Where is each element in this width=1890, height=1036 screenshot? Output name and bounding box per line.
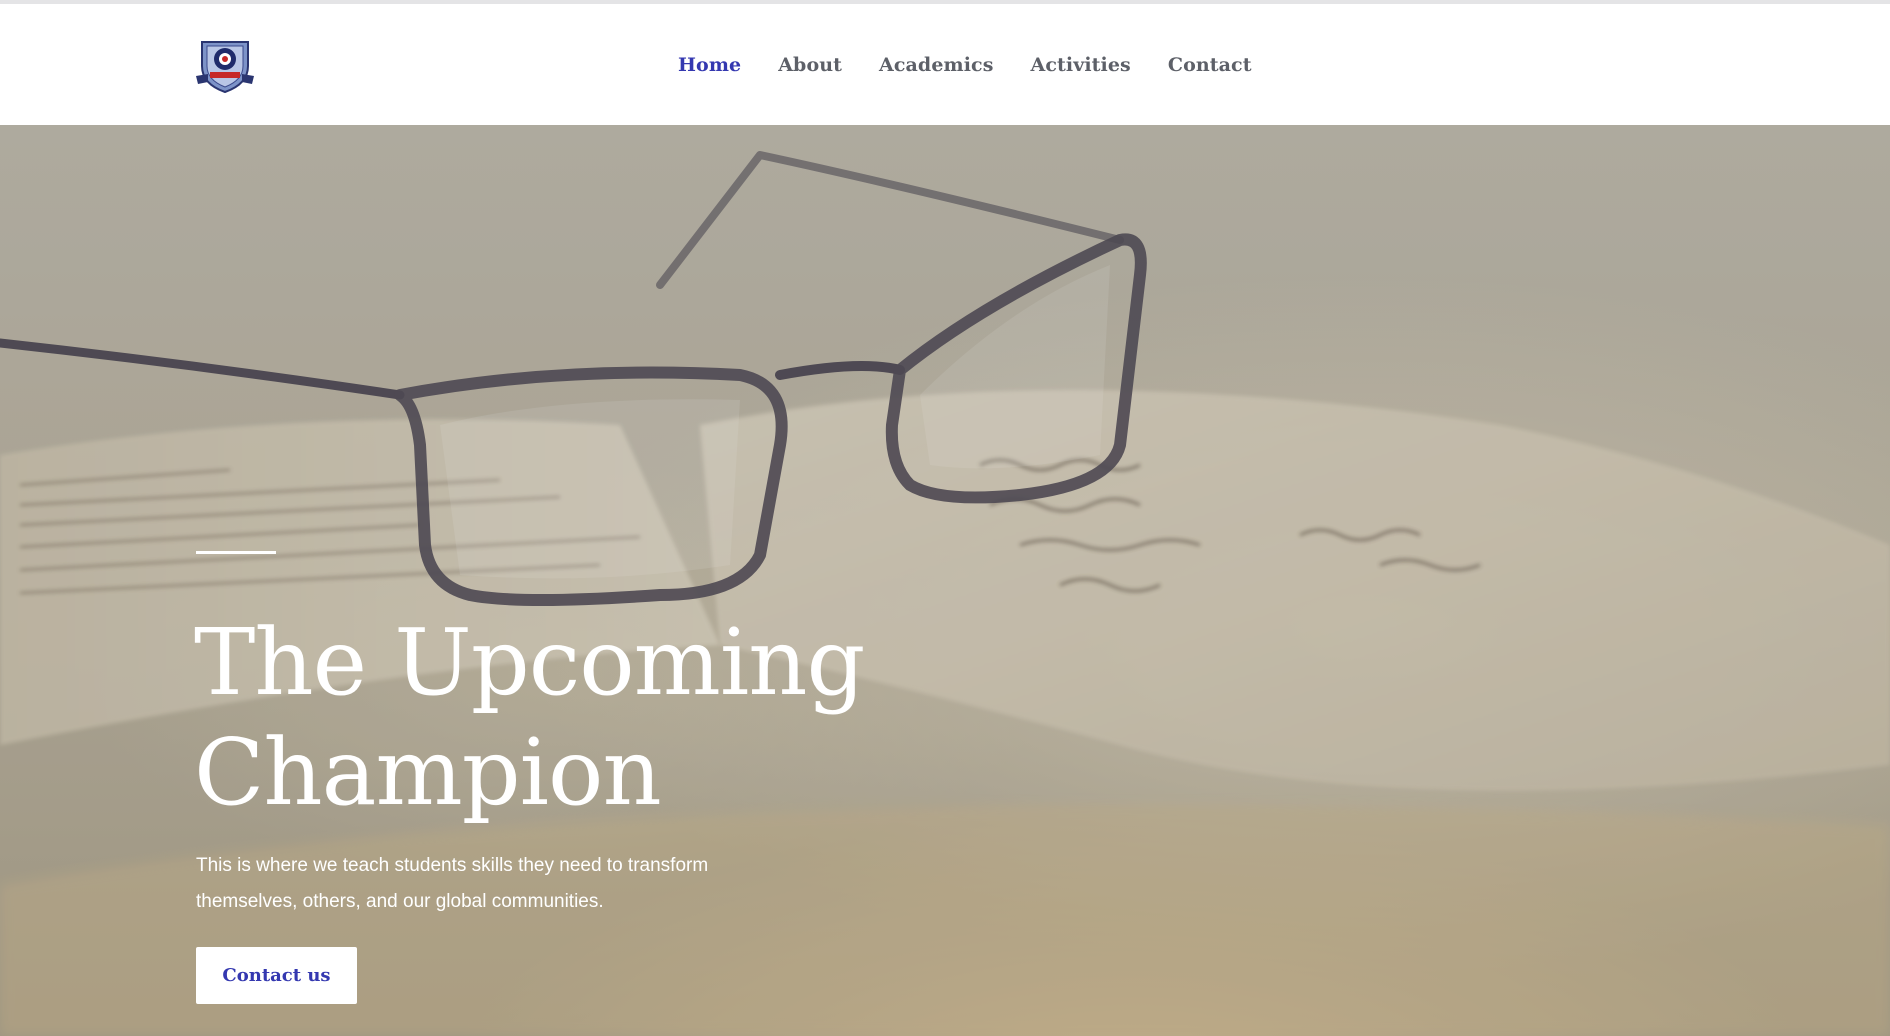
nav-academics-link[interactable]: Academics (879, 54, 993, 76)
nav-home-link[interactable]: Home (678, 54, 741, 76)
hero-description: This is where we teach students skills t… (196, 855, 709, 912)
nav-about-link[interactable]: About (778, 54, 842, 76)
school-crest-logo[interactable] (194, 36, 256, 96)
hero-section: The Upcoming Champion This is where we t… (0, 125, 1890, 1036)
contact-us-button[interactable]: Contact us (196, 947, 357, 1004)
hero-title: The Upcoming Champion (194, 609, 865, 826)
hero-accent-line (196, 551, 276, 554)
site-header: Home About Academics Activities Contact (0, 4, 1890, 125)
nav-contact-link[interactable]: Contact (1168, 54, 1252, 76)
main-nav: Home About Academics Activities Contact (678, 54, 1289, 76)
nav-activities-link[interactable]: Activities (1031, 54, 1131, 76)
